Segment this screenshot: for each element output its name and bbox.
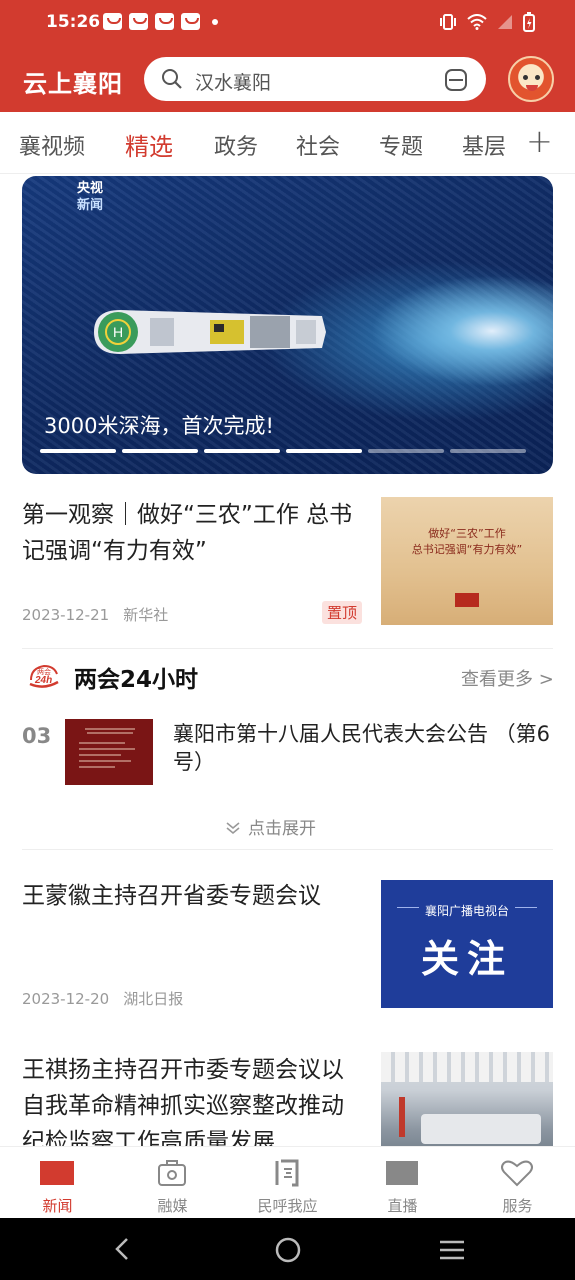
more-notifications-dot — [212, 19, 218, 25]
hero-banner[interactable]: 央视 新闻 H 3000米深海，首次完成! — [22, 176, 553, 474]
divider — [22, 849, 553, 850]
search-placeholder: 汉水襄阳 — [195, 72, 272, 94]
home-icon[interactable] — [274, 1236, 302, 1264]
news-item[interactable]: 王蒙徽主持召开省委专题会议 2023-12-20 湖北日报 襄阳广播电视台 关注 — [22, 880, 553, 1008]
carousel-indicators — [40, 449, 526, 453]
notification-icon — [103, 13, 122, 30]
app-logo: 云上襄阳 — [23, 70, 123, 98]
app-bar: 云上襄阳 汉水襄阳 — [0, 46, 575, 112]
thumbnail-seal — [455, 593, 479, 607]
svg-text:24h: 24h — [34, 675, 52, 686]
carousel-dot[interactable] — [450, 449, 526, 453]
category-tabs: 襄视频 精选 政务 社会 专题 基层 + — [0, 112, 575, 174]
tab-featured[interactable]: 精选 — [125, 127, 173, 162]
vibrate-icon — [440, 14, 456, 30]
news-source: 湖北日报 — [123, 990, 184, 1008]
media-box-icon — [158, 1160, 186, 1186]
banner-caption: 3000米深海，首次完成! — [44, 414, 274, 438]
news-thumbnail: 做好“三农”工作 总书记强调“有力有效” — [381, 497, 553, 625]
search-icon — [162, 69, 182, 89]
news-thumbnail — [381, 1052, 553, 1146]
heart-icon — [501, 1160, 533, 1187]
news-date: 2023-12-20 — [22, 990, 110, 1008]
status-bar: 15:26 — [0, 0, 575, 46]
nav-media[interactable]: 融媒 — [115, 1147, 230, 1219]
tab-grassroots[interactable]: 基层 — [462, 129, 506, 161]
back-icon[interactable] — [112, 1237, 132, 1261]
live-icon — [386, 1161, 418, 1185]
system-icons — [439, 12, 535, 32]
news-item[interactable]: 王祺扬主持召开市委专题会议以自我革命精神抓实巡察整改推动纪检监察工作高质量发展 — [22, 1052, 553, 1146]
nav-label: 直播 — [387, 1197, 418, 1215]
tab-government[interactable]: 政务 — [214, 129, 258, 161]
news-thumbnail: 襄阳广播电视台 关注 — [381, 880, 553, 1008]
announcement-title[interactable]: 襄阳市第十八届人民代表大会公告 （第6号） — [173, 720, 553, 776]
nav-label: 融媒 — [157, 1197, 188, 1215]
see-more-link[interactable]: 查看更多 > — [461, 665, 554, 691]
nav-news[interactable]: 新闻 — [0, 1147, 115, 1219]
ship-image: H — [94, 310, 326, 354]
question-icon — [275, 1159, 299, 1187]
app-root: 15:26 云上襄阳 汉水襄阳 襄视频 精选 政务 社会 专题 基层 + 央视 … — [0, 0, 575, 1280]
news-meta: 2023-12-21 新华社 — [22, 604, 168, 625]
menu-icon[interactable] — [438, 1239, 466, 1261]
notification-icon — [181, 13, 200, 30]
news-meta: 2023-12-20 湖北日报 — [22, 988, 183, 1009]
search-bar[interactable]: 汉水襄阳 — [144, 57, 486, 101]
nav-label: 民呼我应 — [257, 1197, 318, 1215]
tab-video[interactable]: 襄视频 — [19, 129, 85, 161]
item-number: 03 — [22, 724, 52, 748]
news-icon — [40, 1161, 74, 1185]
notification-icon — [155, 13, 174, 30]
announcement-thumbnail — [65, 719, 153, 785]
nav-service[interactable]: 服务 — [460, 1147, 575, 1219]
tab-society[interactable]: 社会 — [296, 129, 340, 161]
section-title: 两会24小时 — [74, 667, 199, 693]
news-title: 王祺扬主持召开市委专题会议以自我革命精神抓实巡察整改推动纪检监察工作高质量发展 — [22, 1057, 344, 1146]
carousel-dot[interactable] — [204, 449, 280, 453]
nav-label: 新闻 — [42, 1197, 73, 1215]
avatar[interactable] — [508, 56, 554, 102]
scan-icon[interactable] — [444, 68, 468, 92]
system-nav-bar — [0, 1218, 575, 1280]
add-tab-icon[interactable]: + — [526, 122, 553, 160]
pinned-badge: 置顶 — [322, 601, 363, 624]
nav-public-voice[interactable]: 民呼我应 — [230, 1147, 345, 1219]
cctv-news-logo: 央视 新闻 — [76, 181, 103, 213]
news-item[interactable]: 第一观察｜做好“三农”工作 总书记强调“有力有效” 2023-12-21 新华社 … — [22, 497, 553, 625]
carousel-dot[interactable] — [286, 449, 362, 453]
nav-label: 服务 — [502, 1197, 533, 1215]
news-source: 新华社 — [123, 606, 169, 624]
svg-text:H: H — [113, 324, 123, 340]
status-time: 15:26 — [46, 12, 101, 32]
news-date: 2023-12-21 — [22, 606, 110, 624]
carousel-dot[interactable] — [368, 449, 444, 453]
tab-topics[interactable]: 专题 — [379, 129, 423, 161]
battery-icon — [523, 12, 535, 32]
notification-icon — [129, 13, 148, 30]
carousel-dot[interactable] — [122, 449, 198, 453]
expand-button[interactable]: 点击展开 — [224, 814, 316, 839]
signal-icon — [498, 15, 512, 29]
divider — [22, 648, 553, 649]
chevron-down-icon — [226, 822, 240, 835]
wifi-icon — [467, 14, 487, 30]
carousel-dot[interactable] — [40, 449, 116, 453]
lianghui-24h-icon: 两会 24h — [29, 664, 59, 688]
bottom-nav: 新闻 融媒 民呼我应 直播 服务 — [0, 1146, 575, 1218]
news-title: 第一观察｜做好“三农”工作 总书记强调“有力有效” — [22, 502, 353, 564]
news-title: 王蒙徽主持召开省委专题会议 — [22, 883, 321, 909]
nav-live[interactable]: 直播 — [345, 1147, 460, 1219]
